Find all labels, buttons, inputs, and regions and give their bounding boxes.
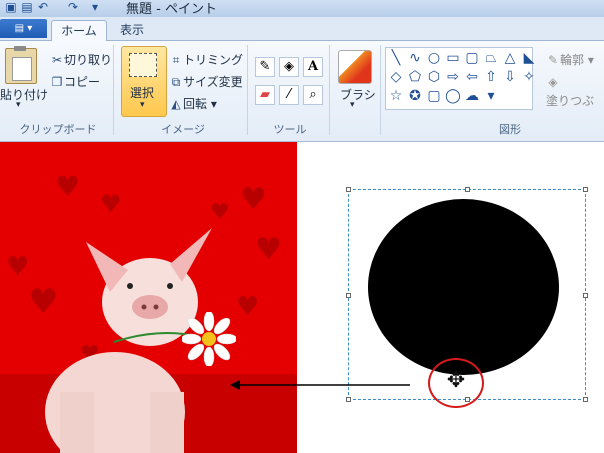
resize-label: サイズ変更 xyxy=(183,75,243,89)
curve-shape-icon[interactable]: ∿ xyxy=(406,49,424,67)
move-cursor-icon: ✥ xyxy=(446,368,466,393)
fill-button[interactable]: ◈ 塗りつぶ xyxy=(546,71,604,109)
paste-clipboard-icon[interactable] xyxy=(5,46,37,84)
eraser-icon[interactable]: ▰ xyxy=(255,85,275,105)
color-picker-icon[interactable]: ⁄ xyxy=(279,85,299,105)
select-label: 選択 xyxy=(130,86,155,100)
diamond-shape-icon[interactable]: ◇ xyxy=(387,68,405,86)
customize-quick-access-icon[interactable]: ▾ xyxy=(88,0,102,14)
copy-icon: ❐ xyxy=(51,75,63,89)
pentagon-shape-icon[interactable]: ⬠ xyxy=(406,68,424,86)
six-point-star-shape-icon[interactable]: ✪ xyxy=(406,87,424,105)
text-tool-icon[interactable]: A xyxy=(303,57,323,77)
four-point-star-shape-icon[interactable]: ✧ xyxy=(520,68,538,86)
paint-app-icon[interactable]: ▣ xyxy=(4,0,18,14)
shapes-more-shape-icon[interactable]: ▾ xyxy=(482,87,500,105)
resize-handle[interactable] xyxy=(583,187,588,192)
undo-icon[interactable]: ↶ xyxy=(36,0,50,14)
group-separator xyxy=(247,45,248,135)
daisy-flower xyxy=(182,312,236,366)
up-arrow-shape-icon[interactable]: ⇧ xyxy=(482,68,500,86)
resize-handle[interactable] xyxy=(346,397,351,402)
outline-label: 輪郭 ▾ xyxy=(560,53,594,67)
black-ellipse-shape[interactable] xyxy=(368,199,559,375)
resize-handle[interactable] xyxy=(346,187,351,192)
clipboard-group-label: クリップボード xyxy=(19,123,97,136)
rotate-button[interactable]: ◭ 回転 ▾ xyxy=(169,93,217,112)
down-arrow-shape-icon[interactable]: ⇩ xyxy=(501,68,519,86)
resize-button[interactable]: ⧉ サイズ変更 xyxy=(169,71,243,90)
group-separator xyxy=(329,45,330,135)
cloud-callout-shape-icon[interactable]: ☁ xyxy=(463,87,481,105)
cut-button[interactable]: ✂ 切り取り xyxy=(50,49,112,68)
resize-handle[interactable] xyxy=(465,187,470,192)
pencil-icon[interactable]: ✎ xyxy=(255,57,275,77)
fill-icon: ◈ xyxy=(548,75,558,89)
rotate-label: 回転 ▾ xyxy=(183,97,217,111)
rectangle-shape-icon[interactable]: ▭ xyxy=(444,49,462,67)
paste-label[interactable]: 貼り付け xyxy=(0,86,48,103)
crop-label: トリミング xyxy=(183,53,244,67)
triangle-shape-icon[interactable]: △ xyxy=(501,49,519,67)
left-arrow-shape-icon[interactable]: ⇦ xyxy=(463,68,481,86)
cut-label: 切り取り xyxy=(64,53,113,67)
paint-menu-button[interactable]: ▤ ▾ xyxy=(0,19,47,38)
select-rectangle-icon xyxy=(129,53,157,77)
window-title: 無題 - ペイント xyxy=(126,2,217,17)
oval-shape-icon[interactable]: ○ xyxy=(425,49,443,67)
pig-photo: ♥ ♥ ♥ ♥ ♥ ♥ ♥ ♥ ♥ xyxy=(0,142,297,453)
line-shape-icon[interactable]: ╲ xyxy=(387,49,405,67)
scissors-icon: ✂ xyxy=(51,53,63,67)
pig-illustration xyxy=(45,228,212,453)
group-separator xyxy=(380,45,381,135)
shapes-group-label: 図形 xyxy=(499,123,521,136)
crop-icon: ⌗ xyxy=(172,53,180,67)
hexagon-shape-icon[interactable]: ⬡ xyxy=(425,68,443,86)
polygon-shape-icon[interactable]: ⏢ xyxy=(482,49,500,67)
copy-button[interactable]: ❐ コピー xyxy=(50,71,100,90)
save-icon[interactable]: ▤ xyxy=(20,0,34,14)
select-dropdown-arrow[interactable]: ▾ xyxy=(140,100,145,110)
brush-icon[interactable] xyxy=(338,50,372,84)
crop-button[interactable]: ⌗ トリミング xyxy=(169,49,243,68)
five-point-star-shape-icon[interactable]: ☆ xyxy=(387,87,405,105)
resize-handle[interactable] xyxy=(583,397,588,402)
outline-button[interactable]: ✎ 輪郭 ▾ xyxy=(546,49,594,68)
rounded-rectangle-shape-icon[interactable]: ▢ xyxy=(463,49,481,67)
tab-view[interactable]: 表示 xyxy=(112,20,152,40)
rounded-callout-shape-icon[interactable]: ▢ xyxy=(425,87,443,105)
drag-direction-arrow xyxy=(230,380,410,390)
group-separator xyxy=(113,45,114,135)
magnifier-icon[interactable]: ⌕ xyxy=(303,85,323,105)
right-triangle-shape-icon[interactable]: ◣ xyxy=(520,49,538,67)
resize-handle[interactable] xyxy=(583,293,588,298)
rotate-icon: ◭ xyxy=(171,97,181,111)
tab-home[interactable]: ホーム xyxy=(51,20,107,41)
outline-icon: ✎ xyxy=(547,53,559,67)
tools-group-label: ツール xyxy=(273,123,307,136)
right-arrow-shape-icon[interactable]: ⇨ xyxy=(444,68,462,86)
fill-label: 塗りつぶ xyxy=(546,94,595,108)
brush-dropdown-arrow[interactable]: ▾ xyxy=(350,100,355,110)
oval-callout-shape-icon[interactable]: ◯ xyxy=(444,87,462,105)
image-group-label: イメージ xyxy=(161,123,205,136)
redo-icon[interactable]: ↷ xyxy=(66,0,80,14)
copy-label: コピー xyxy=(64,75,101,89)
brush-label[interactable]: ブラシ xyxy=(340,86,376,103)
resize-handle[interactable] xyxy=(346,293,351,298)
paste-dropdown-arrow[interactable]: ▾ xyxy=(16,100,21,110)
resize-icon: ⧉ xyxy=(171,75,181,89)
fill-bucket-icon[interactable]: ◈ xyxy=(279,57,299,77)
